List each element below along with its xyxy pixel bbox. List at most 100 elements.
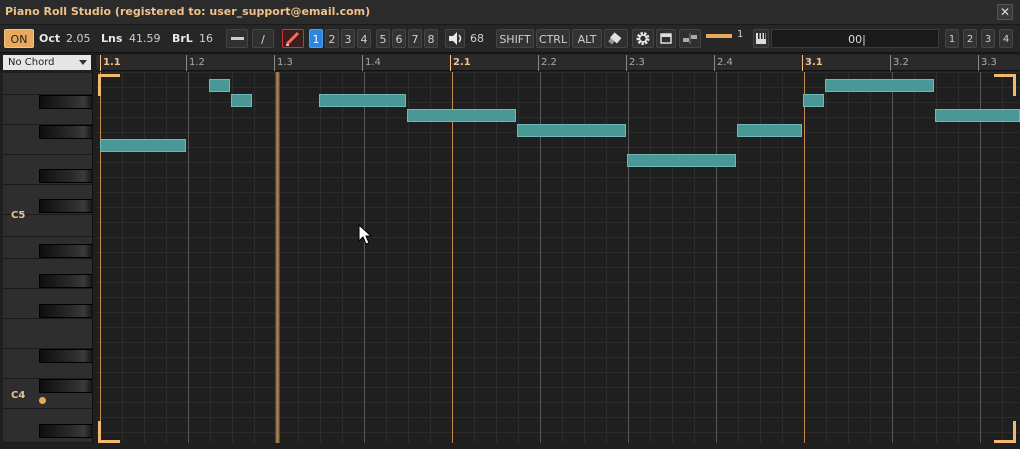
key-label-c4: C4 bbox=[11, 390, 26, 401]
grid-row-line bbox=[96, 432, 1020, 433]
root-marker-dot bbox=[39, 397, 46, 404]
value-field[interactable]: 00| bbox=[771, 29, 939, 48]
midi-note[interactable] bbox=[407, 109, 516, 122]
layout-2-button[interactable]: 2 bbox=[963, 29, 977, 48]
gear-icon[interactable] bbox=[632, 29, 654, 48]
white-key[interactable] bbox=[3, 73, 92, 95]
black-key[interactable] bbox=[39, 125, 92, 139]
title-bar: Piano Roll Studio (registered to: user_s… bbox=[0, 0, 1020, 25]
ctrl-button[interactable]: CTRL bbox=[536, 29, 570, 48]
volume-value[interactable]: 68 bbox=[470, 29, 484, 48]
grid-column-line bbox=[100, 72, 101, 443]
black-key[interactable] bbox=[39, 304, 92, 318]
number-5-button[interactable]: 5 bbox=[376, 29, 390, 48]
number-1-button[interactable]: 1 bbox=[309, 29, 323, 48]
loop-end-corner[interactable] bbox=[994, 74, 1016, 96]
black-key[interactable] bbox=[39, 169, 92, 183]
power-on-button[interactable]: ON bbox=[4, 29, 34, 48]
loop-start-bottom-corner[interactable] bbox=[98, 421, 120, 443]
loop-end-bottom-corner[interactable] bbox=[994, 421, 1016, 443]
timeline-ruler[interactable]: 1.1 1.2 1.3 1.4 2.1 2.2 2.3 2.4 3.1 3.2 … bbox=[96, 55, 1020, 71]
grid-row-line bbox=[96, 267, 1020, 268]
number-4-button[interactable]: 4 bbox=[357, 29, 371, 48]
midi-note[interactable] bbox=[935, 109, 1020, 122]
grid-column-line bbox=[958, 72, 959, 443]
black-key[interactable] bbox=[39, 349, 92, 363]
ruler-marker: 3.1 bbox=[802, 55, 823, 71]
grid-column-line bbox=[826, 72, 827, 443]
grid-row-line bbox=[96, 312, 1020, 313]
grid-column-line bbox=[210, 72, 211, 443]
black-key[interactable] bbox=[39, 274, 92, 288]
alt-button[interactable]: ALT bbox=[572, 29, 602, 48]
ruler-marker: 3.3 bbox=[978, 55, 997, 71]
number-8-button[interactable]: 8 bbox=[424, 29, 438, 48]
ruler-marker: 2.3 bbox=[626, 55, 645, 71]
black-key[interactable] bbox=[39, 244, 92, 258]
note-grid[interactable] bbox=[96, 72, 1020, 443]
number-6-button[interactable]: 6 bbox=[392, 29, 406, 48]
eraser-icon[interactable] bbox=[604, 29, 628, 48]
grid-column-line bbox=[452, 72, 453, 443]
grid-column-line bbox=[166, 72, 167, 443]
black-key[interactable] bbox=[39, 379, 92, 393]
chord-selector[interactable]: No Chord bbox=[3, 55, 91, 70]
number-3-button[interactable]: 3 bbox=[341, 29, 355, 48]
grid-column-line bbox=[936, 72, 937, 443]
slash-button[interactable]: / bbox=[252, 29, 274, 48]
midi-note[interactable] bbox=[825, 79, 934, 92]
midi-note[interactable] bbox=[803, 94, 824, 107]
lns-label: Lns bbox=[101, 32, 123, 45]
midi-note[interactable] bbox=[231, 94, 252, 107]
black-key[interactable] bbox=[39, 95, 92, 109]
grid-column-line bbox=[474, 72, 475, 443]
grid-column-line bbox=[892, 72, 893, 443]
black-key[interactable] bbox=[39, 424, 92, 438]
window-icon[interactable] bbox=[656, 29, 676, 48]
grid-row-line bbox=[96, 222, 1020, 223]
midi-note[interactable] bbox=[209, 79, 230, 92]
grid-column-line bbox=[628, 72, 629, 443]
white-key[interactable] bbox=[3, 319, 92, 349]
midi-note[interactable] bbox=[737, 124, 802, 137]
grid-row-line bbox=[96, 297, 1020, 298]
grid-row-line bbox=[96, 402, 1020, 403]
grid-column-line bbox=[848, 72, 849, 443]
playhead[interactable] bbox=[275, 72, 280, 443]
midi-note[interactable] bbox=[319, 94, 406, 107]
piano-keyboard[interactable]: C5 C4 bbox=[3, 73, 93, 443]
close-icon[interactable]: ✕ bbox=[997, 4, 1013, 20]
pencil-icon[interactable] bbox=[282, 29, 304, 48]
ruler-marker: 1.4 bbox=[362, 55, 381, 71]
grid-row-line bbox=[96, 162, 1020, 163]
number-7-button[interactable]: 7 bbox=[408, 29, 422, 48]
oct-value[interactable]: 2.05 bbox=[66, 29, 91, 48]
midi-note[interactable] bbox=[627, 154, 736, 167]
grid-column-line bbox=[122, 72, 123, 443]
split-icon[interactable] bbox=[679, 29, 701, 48]
black-key[interactable] bbox=[39, 199, 92, 213]
shift-button[interactable]: SHIFT bbox=[496, 29, 534, 48]
number-2-button[interactable]: 2 bbox=[325, 29, 339, 48]
layout-3-button[interactable]: 3 bbox=[981, 29, 995, 48]
layout-4-button[interactable]: 4 bbox=[999, 29, 1013, 48]
grid-column-line bbox=[650, 72, 651, 443]
ruler-marker: 1.3 bbox=[274, 55, 293, 71]
grid-row-line bbox=[96, 417, 1020, 418]
brl-value[interactable]: 16 bbox=[199, 29, 213, 48]
grid-column-line bbox=[320, 72, 321, 443]
layout-1-button[interactable]: 1 bbox=[945, 29, 959, 48]
grid-column-line bbox=[430, 72, 431, 443]
grid-column-line bbox=[254, 72, 255, 443]
midi-note[interactable] bbox=[517, 124, 626, 137]
loop-start-corner[interactable] bbox=[98, 74, 120, 96]
grid-row-line bbox=[96, 372, 1020, 373]
speaker-icon[interactable] bbox=[445, 29, 465, 48]
midi-note[interactable] bbox=[100, 139, 186, 152]
grid-column-line bbox=[496, 72, 497, 443]
lns-value[interactable]: 41.59 bbox=[129, 29, 161, 48]
grid-column-line bbox=[914, 72, 915, 443]
minus-icon[interactable] bbox=[226, 29, 248, 48]
slider[interactable] bbox=[706, 29, 732, 48]
piano-icon[interactable] bbox=[753, 29, 769, 48]
